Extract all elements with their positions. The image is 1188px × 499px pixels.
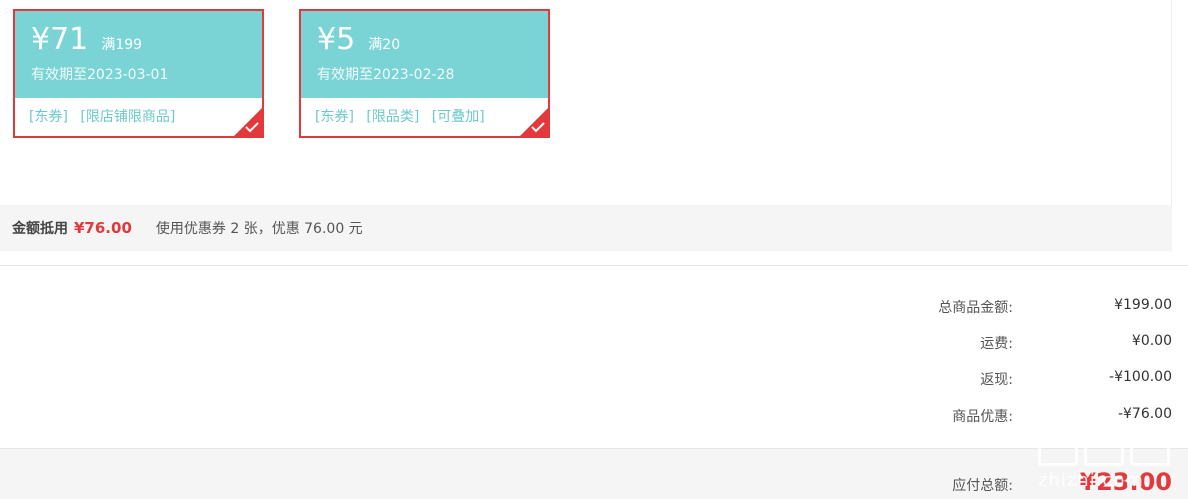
payable-bar: 应付总额: ¥23.00 xyxy=(0,448,1188,499)
coupon-tag: [限品类] xyxy=(366,109,420,125)
coupon-summary-bar: 金额抵用 ¥76.00 使用优惠券 2 张，优惠 76.00 元 xyxy=(0,205,1172,251)
summary-label: 金额抵用 xyxy=(12,221,68,237)
coupon-tags: [东券] [限品类] [可叠加] xyxy=(301,98,548,126)
coupon-threshold: 满20 xyxy=(368,37,401,53)
total-value: -¥76.00 xyxy=(1117,406,1172,422)
total-value: ¥199.00 xyxy=(1114,297,1172,313)
total-row-shipping: 运费: ¥0.00 xyxy=(0,333,1188,353)
total-label: 运费: xyxy=(980,336,1013,352)
total-label: 商品优惠: xyxy=(952,409,1013,425)
total-row-goods: 总商品金额: ¥199.00 xyxy=(0,297,1188,317)
coupon-validity: 有效期至2023-02-28 xyxy=(317,67,455,83)
coupon-threshold: 满199 xyxy=(101,37,143,53)
summary-note: 使用优惠券 2 张，优惠 76.00 元 xyxy=(155,221,363,237)
checkmark-icon xyxy=(531,122,545,133)
coupon-card-2[interactable]: ¥5 满20 有效期至2023-02-28 [东券] [限品类] [可叠加] xyxy=(299,9,550,138)
coupon-face: ¥5 满20 有效期至2023-02-28 xyxy=(301,11,548,98)
payable-label: 应付总额: xyxy=(952,478,1013,494)
coupon-amount: ¥5 xyxy=(317,22,356,57)
summary-value: ¥76.00 xyxy=(74,219,132,237)
coupon-validity: 有效期至2023-03-01 xyxy=(31,67,169,83)
coupon-tag: [可叠加] xyxy=(431,109,485,125)
coupon-tag: [限店铺限商品] xyxy=(80,109,176,125)
coupon-tag: [东券] xyxy=(29,109,68,125)
coupon-list: ¥71 满199 有效期至2023-03-01 [东券] [限店铺限商品] ¥5… xyxy=(0,0,1172,252)
total-label: 总商品金额: xyxy=(938,300,1013,316)
total-label: 返现: xyxy=(980,372,1013,388)
coupon-amount: ¥71 xyxy=(31,22,89,57)
total-value: ¥0.00 xyxy=(1131,333,1172,349)
section-divider xyxy=(0,265,1188,266)
checkmark-icon xyxy=(245,122,259,133)
coupon-face: ¥71 满199 有效期至2023-03-01 xyxy=(15,11,262,98)
total-value: -¥100.00 xyxy=(1109,369,1172,385)
coupon-tag: [东券] xyxy=(315,109,354,125)
payable-value: ¥23.00 xyxy=(1079,468,1172,496)
coupon-tags: [东券] [限店铺限商品] xyxy=(15,98,262,126)
total-row-cashback: 返现: -¥100.00 xyxy=(0,369,1188,389)
coupon-card-1[interactable]: ¥71 满199 有效期至2023-03-01 [东券] [限店铺限商品] xyxy=(13,9,264,138)
total-row-discount: 商品优惠: -¥76.00 xyxy=(0,406,1188,426)
